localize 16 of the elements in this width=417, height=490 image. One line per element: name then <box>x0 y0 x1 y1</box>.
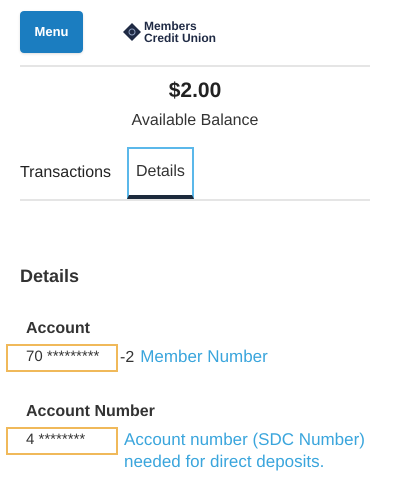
balance-label: Available Balance <box>132 110 258 130</box>
logo-text: Credit Union <box>144 32 216 44</box>
account-value-field: 4 ******** <box>6 426 118 454</box>
annotation-note: Account number (SDC Number) needed for direct deposits. <box>124 428 366 472</box>
account-value-field: 70 ********* <box>6 344 118 372</box>
logo-text: Members <box>144 20 198 32</box>
diamond-logo-icon <box>123 23 141 41</box>
tab[interactable]: Transactions <box>20 146 127 198</box>
section-heading: Details <box>20 264 80 288</box>
field-label: Account <box>26 318 91 338</box>
account-suffix: -2 <box>120 348 134 368</box>
field-label: Account Number <box>26 402 156 422</box>
tab[interactable]: Details <box>127 146 194 198</box>
balance-amount: $2.00 <box>168 78 222 104</box>
menu-button[interactable]: Menu <box>20 11 83 53</box>
annotation-note: Member Number <box>140 346 269 368</box>
